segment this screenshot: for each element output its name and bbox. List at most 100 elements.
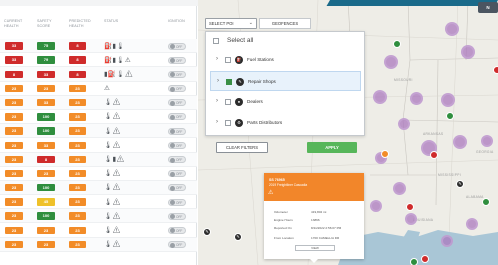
predicted-health-badge: 23 [69, 113, 86, 121]
ignition-toggle[interactable]: OFF [168, 212, 186, 220]
toggle-knob [170, 214, 175, 220]
map-marker-icon[interactable]: ✎ [456, 180, 464, 188]
chevron-right-icon[interactable]: › [216, 56, 218, 62]
table-row[interactable]: 23 45 23 🌡⚠ OFF [0, 195, 197, 210]
table-row[interactable]: 33 79 8 ⛽▮🌡⚠ OFF [0, 53, 197, 68]
popup-field-value: 1700 CAMELLIA DR [311, 236, 340, 240]
apply-button[interactable]: APPLY [307, 142, 357, 153]
table-row[interactable]: 23 8 23 🌡▮⚠ OFF [0, 152, 197, 167]
vehicle-table: CURRENT HEALTH SAFETY SCORE PREDICTED HE… [0, 0, 198, 265]
status-icons: ⚠ [104, 85, 111, 93]
map-marker-icon[interactable] [446, 112, 454, 120]
map-cluster[interactable] [370, 200, 382, 212]
map-cluster[interactable] [481, 135, 493, 147]
table-row[interactable]: 23 23 23 🌡⚠ OFF [0, 167, 197, 181]
notification-button[interactable]: N [478, 2, 498, 13]
chevron-right-icon[interactable]: › [216, 119, 218, 125]
view-button[interactable]: VIEW [295, 245, 335, 251]
map-cluster[interactable] [405, 213, 417, 225]
ignition-toggle[interactable]: OFF [168, 113, 186, 121]
header-safety-score[interactable]: SAFETY SCORE [37, 19, 61, 29]
map-cluster[interactable] [373, 90, 387, 104]
map-cluster[interactable] [398, 118, 410, 130]
ignition-toggle[interactable]: OFF [168, 70, 186, 78]
map-marker-icon[interactable] [410, 258, 418, 265]
ignition-toggle[interactable]: OFF [168, 99, 186, 107]
poi-checkbox[interactable] [226, 79, 232, 85]
table-row[interactable]: 23 33 23 🌡⚠ OFF [0, 138, 197, 153]
header-current-health[interactable]: CURRENT HEALTH [4, 19, 28, 29]
map-marker-icon[interactable] [493, 66, 498, 74]
status-icons: 🌡⚠ [104, 184, 122, 192]
poi-option[interactable]: › ● Dealers [210, 92, 361, 112]
ignition-toggle[interactable]: OFF [168, 156, 186, 163]
toggle-label: OFF [176, 58, 183, 63]
geofences-tab[interactable]: GEOFENCES [259, 18, 311, 29]
map-marker-icon[interactable] [430, 151, 438, 159]
current-health-badge: 23 [5, 226, 23, 235]
predicted-health-badge: 23 [69, 198, 86, 206]
table-row[interactable]: 33 75 8 ⛽▮🌡 OFF [0, 39, 197, 54]
poi-option[interactable]: › ✎ Repair Shops [210, 71, 361, 91]
table-row[interactable]: 23 100 23 🌡⚠ OFF [0, 110, 197, 125]
map-cluster[interactable] [441, 93, 455, 107]
safety-score-badge: 100 [37, 113, 55, 121]
predicted-health-badge: 23 [69, 240, 86, 249]
ignition-toggle[interactable]: OFF [168, 241, 186, 249]
map-marker-icon[interactable] [393, 40, 401, 48]
ignition-toggle[interactable]: OFF [168, 42, 186, 50]
table-row[interactable]: 8 33 8 ▮⛽🌡⚠ OFF [0, 67, 197, 82]
ignition-toggle[interactable]: OFF [168, 56, 186, 64]
table-row[interactable]: 23 100 23 🌡⚠ OFF [0, 209, 197, 224]
toggle-label: OFF [176, 243, 183, 248]
ignition-toggle[interactable]: OFF [168, 184, 186, 192]
ignition-toggle[interactable]: OFF [168, 198, 186, 206]
poi-checkbox[interactable] [225, 120, 231, 126]
ignition-toggle[interactable]: OFF [168, 127, 186, 135]
toggle-label: OFF [176, 214, 183, 219]
select-poi-dropdown[interactable]: SELECT POI ⌄ [205, 18, 257, 29]
ignition-toggle[interactable]: OFF [168, 85, 186, 93]
map-cluster[interactable] [466, 218, 478, 230]
map-cluster[interactable] [384, 55, 398, 69]
toggle-knob [170, 100, 175, 106]
ignition-toggle[interactable]: OFF [168, 141, 186, 149]
table-row[interactable]: 23 23 23 ⚠ OFF [0, 82, 197, 96]
table-row[interactable]: 23 100 23 🌡⚠ OFF [0, 124, 197, 139]
poi-option[interactable]: › ⛽ Fuel Stations [210, 50, 361, 70]
popup-tail [310, 259, 318, 263]
poi-option[interactable]: › ⚙ Parts Distributors [210, 113, 361, 133]
header-ignition[interactable]: IGNITION [168, 19, 185, 24]
status-icons: 🌡⚠ [104, 241, 122, 249]
ignition-toggle[interactable]: OFF [168, 170, 186, 178]
map-cluster[interactable] [441, 235, 453, 247]
map-cluster[interactable] [445, 22, 459, 36]
poi-checkbox[interactable] [225, 57, 231, 63]
map-marker-icon[interactable]: ✎ [234, 233, 242, 241]
toggle-knob [170, 143, 175, 149]
map-marker-icon[interactable]: ✎ [203, 228, 211, 236]
map-marker-icon[interactable] [482, 198, 490, 206]
dealer-icon: ● [235, 97, 243, 106]
table-row[interactable]: 23 23 23 🌡⚠ OFF [0, 223, 197, 238]
table-row[interactable]: 23 23 23 🌡⚠ OFF [0, 237, 197, 252]
ignition-toggle[interactable]: OFF [168, 226, 186, 234]
select-all-checkbox[interactable] [213, 38, 219, 44]
header-status[interactable]: STATUS [104, 19, 118, 24]
table-row[interactable]: 23 100 23 🌡⚠ OFF [0, 180, 197, 196]
map-cluster[interactable] [453, 135, 467, 149]
table-row[interactable]: 23 33 23 🌡⚠ OFF [0, 95, 197, 110]
map-marker-icon[interactable] [381, 150, 389, 158]
clear-filters-button[interactable]: CLEAR FILTERS [216, 142, 268, 153]
popup-field-key: Odometer [274, 210, 288, 214]
chevron-right-icon[interactable]: › [217, 78, 219, 84]
fuel-icon: ⛽ [235, 55, 243, 64]
chevron-right-icon[interactable]: › [216, 98, 218, 104]
poi-checkbox[interactable] [225, 99, 231, 105]
header-predicted-health[interactable]: PREDICTED HEALTH [69, 19, 93, 29]
map-cluster[interactable] [410, 92, 423, 105]
map-marker-icon[interactable] [406, 203, 414, 211]
map-cluster[interactable] [461, 45, 475, 59]
map-cluster[interactable] [393, 182, 406, 195]
map-marker-icon[interactable] [421, 255, 429, 263]
